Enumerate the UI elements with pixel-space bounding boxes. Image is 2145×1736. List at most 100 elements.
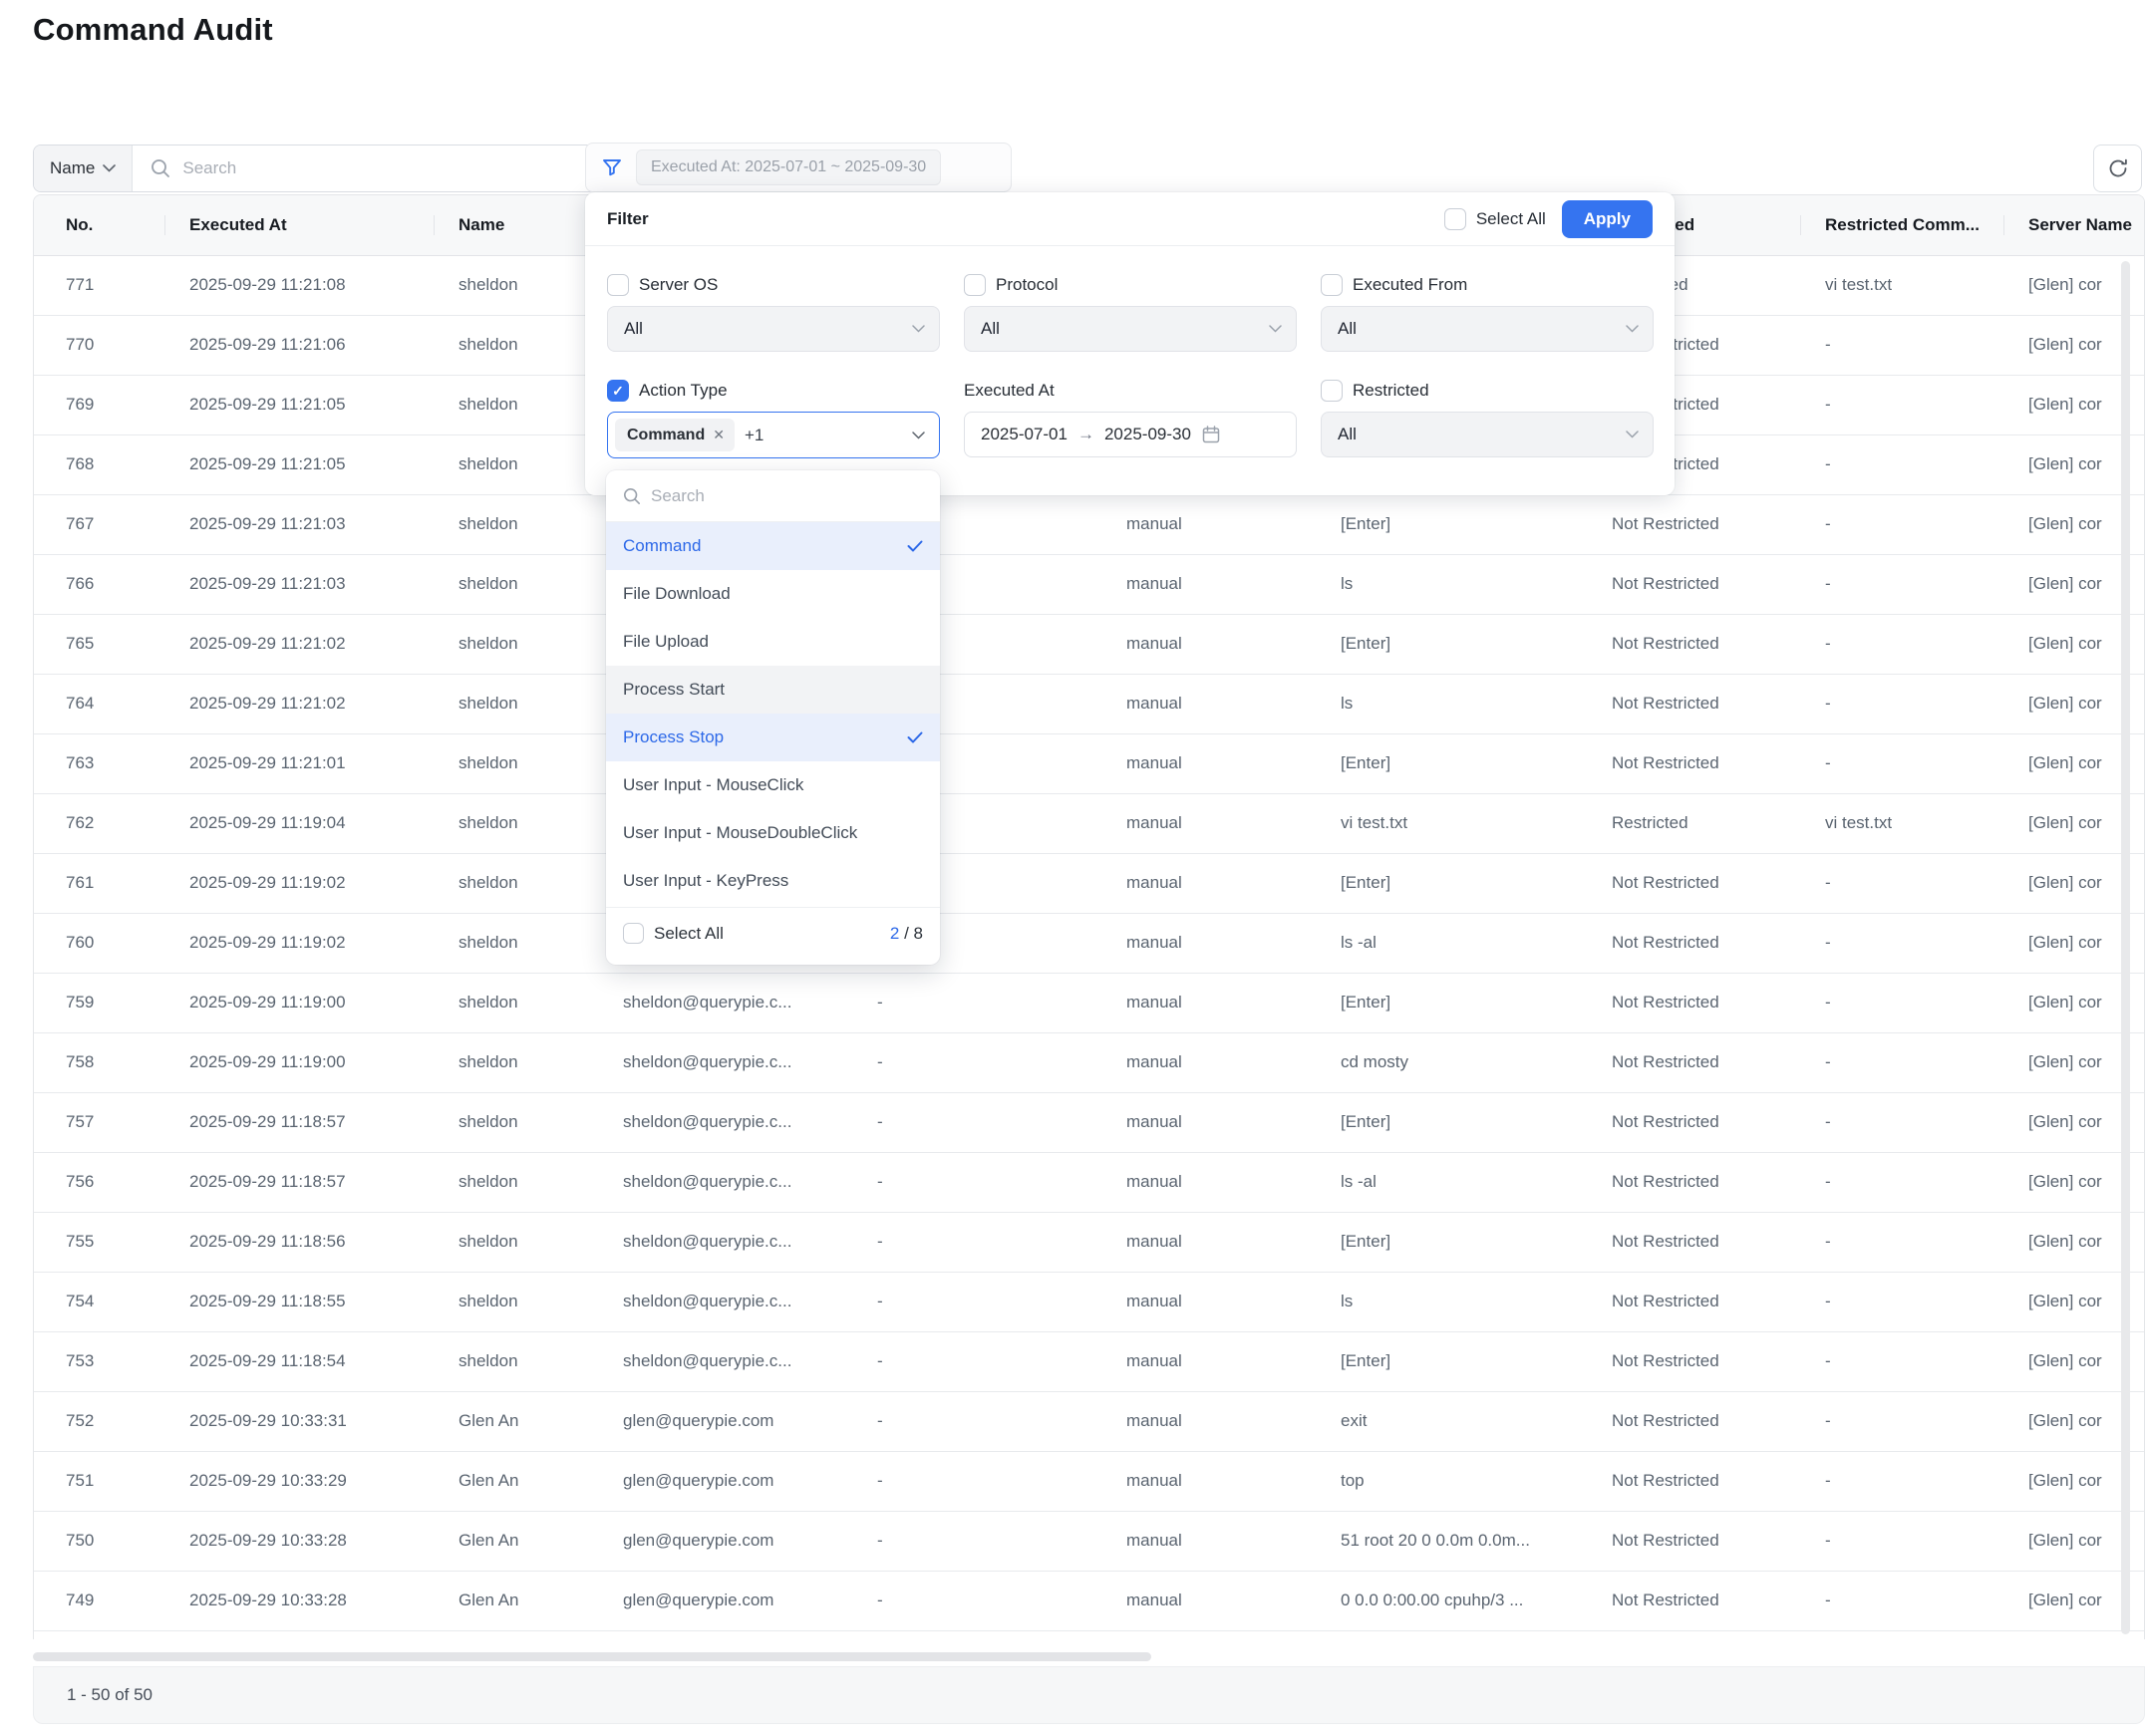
table-row[interactable]: 763 2025-09-29 11:21:01 sheldon sheldon@…: [34, 733, 2145, 793]
dropdown-search-input[interactable]: Search: [606, 470, 940, 522]
table-row[interactable]: 760 2025-09-29 11:19:02 sheldon sheldon@…: [34, 913, 2145, 973]
filter-field-executed-from: Executed From All: [1321, 274, 1654, 352]
refresh-icon: [2107, 157, 2129, 179]
cell-name: sheldon: [435, 1212, 599, 1272]
cell-restricted-command: vi test.txt: [1801, 793, 2004, 853]
cell-executed-at: 2025-09-29 11:18:57: [165, 1152, 435, 1212]
filter-field-restricted: Restricted All: [1321, 380, 1654, 458]
cell-executed-from: manual: [1102, 1391, 1317, 1451]
cell-restricted-command: -: [1801, 1272, 2004, 1331]
cell-col5: -: [853, 1212, 1102, 1272]
cell-restricted: Not Restricted: [1588, 674, 1801, 733]
row-range-text: 1 - 50 of 50: [67, 1685, 153, 1705]
tag-remove-icon[interactable]: ✕: [713, 427, 725, 443]
executed-at-filter-chip[interactable]: Executed At: 2025-07-01 ~ 2025-09-30: [636, 149, 941, 185]
cell-executed-at: 2025-09-29 11:21:03: [165, 554, 435, 614]
server-os-checkbox[interactable]: [607, 274, 629, 296]
table-row[interactable]: 749 2025-09-29 10:33:28 Glen An glen@que…: [34, 1571, 2145, 1630]
cell-executed-at: 2025-09-29 11:18:56: [165, 1212, 435, 1272]
action-type-checkbox[interactable]: [607, 380, 629, 402]
dropdown-item[interactable]: File Download: [606, 570, 940, 618]
dropdown-footer: Select All 2 / 8: [606, 907, 940, 959]
cell-restricted: Not Restricted: [1588, 1571, 1801, 1630]
table-row[interactable]: 750 2025-09-29 10:33:28 Glen An glen@que…: [34, 1511, 2145, 1571]
action-type-multiselect[interactable]: Command ✕ +1: [607, 412, 940, 458]
table-row[interactable]: 759 2025-09-29 11:19:00 sheldon sheldon@…: [34, 973, 2145, 1032]
refresh-button[interactable]: [2093, 145, 2142, 192]
col-header-executed-at[interactable]: Executed At: [165, 195, 435, 255]
cell-name: sheldon: [435, 674, 599, 733]
dropdown-item[interactable]: Process Stop: [606, 714, 940, 761]
filter-select-all-checkbox[interactable]: [1444, 208, 1466, 230]
executed-at-date-range[interactable]: 2025-07-01 → 2025-09-30: [964, 412, 1297, 457]
dropdown-item[interactable]: User Input - MouseDoubleClick: [606, 809, 940, 857]
col-header-name[interactable]: Name: [435, 195, 599, 255]
cell-command: ls: [1317, 674, 1588, 733]
filter-field-action-type: Action Type Command ✕ +1: [607, 380, 940, 458]
cell-executed-at: 2025-09-29 11:21:05: [165, 375, 435, 434]
search-key-label: Name: [50, 158, 95, 178]
vertical-scrollbar[interactable]: [2121, 261, 2130, 1634]
executed-from-checkbox[interactable]: [1321, 274, 1343, 296]
filter-funnel-icon[interactable]: [600, 155, 624, 179]
server-os-select[interactable]: All: [607, 306, 940, 352]
table-row[interactable]: 755 2025-09-29 11:18:56 sheldon sheldon@…: [34, 1212, 2145, 1272]
table-row[interactable]: 756 2025-09-29 11:18:57 sheldon sheldon@…: [34, 1152, 2145, 1212]
cell-restricted-command: -: [1801, 1212, 2004, 1272]
col-header-no[interactable]: No.: [34, 195, 165, 255]
table-row[interactable]: 764 2025-09-29 11:21:02 sheldon sheldon@…: [34, 674, 2145, 733]
table-row[interactable]: 765 2025-09-29 11:21:02 sheldon sheldon@…: [34, 614, 2145, 674]
table-row[interactable]: 757 2025-09-29 11:18:57 sheldon sheldon@…: [34, 1092, 2145, 1152]
cell-restricted-command: -: [1801, 1152, 2004, 1212]
col-header-restricted-command[interactable]: Restricted Comm...: [1801, 195, 2004, 255]
protocol-checkbox[interactable]: [964, 274, 986, 296]
cell-executed-from: manual: [1102, 1511, 1317, 1571]
dropdown-select-all-label: Select All: [654, 924, 724, 944]
cell-restricted-command: -: [1801, 674, 2004, 733]
table-row[interactable]: 762 2025-09-29 11:19:04 sheldon sheldon@…: [34, 793, 2145, 853]
col-header-server-name[interactable]: Server Name: [2004, 195, 2145, 255]
search-placeholder: Search: [182, 158, 236, 178]
restricted-select[interactable]: All: [1321, 412, 1654, 457]
horizontal-scrollbar[interactable]: [33, 1652, 1151, 1661]
cell-col5: -: [853, 973, 1102, 1032]
cell-name: sheldon: [435, 733, 599, 793]
cell-command: ls: [1317, 1272, 1588, 1331]
cell-restricted-command: -: [1801, 1391, 2004, 1451]
table-row[interactable]: 754 2025-09-29 11:18:55 sheldon sheldon@…: [34, 1272, 2145, 1331]
dropdown-item[interactable]: User Input - KeyPress: [606, 857, 940, 905]
cell-executed-at: 2025-09-29 11:19:00: [165, 1032, 435, 1092]
table-row[interactable]: 766 2025-09-29 11:21:03 sheldon sheldon@…: [34, 554, 2145, 614]
cell-command: top: [1317, 1451, 1588, 1511]
cell-command: [Enter]: [1317, 494, 1588, 554]
cell-executed-from: manual: [1102, 793, 1317, 853]
table-row[interactable]: 751 2025-09-29 10:33:29 Glen An glen@que…: [34, 1451, 2145, 1511]
table-row[interactable]: 761 2025-09-29 11:19:02 sheldon sheldon@…: [34, 853, 2145, 913]
filter-panel: Filter Select All Apply Server OS All: [585, 192, 1675, 495]
dropdown-item[interactable]: File Upload: [606, 618, 940, 666]
cell-executed-from: manual: [1102, 913, 1317, 973]
apply-button[interactable]: Apply: [1562, 200, 1653, 238]
cell-restricted: Not Restricted: [1588, 1212, 1801, 1272]
executed-from-select[interactable]: All: [1321, 306, 1654, 352]
table-row[interactable]: 753 2025-09-29 11:18:54 sheldon sheldon@…: [34, 1331, 2145, 1391]
dropdown-select-all-checkbox[interactable]: [623, 923, 644, 944]
search-input[interactable]: Search: [133, 145, 597, 191]
cell-no: 765: [34, 614, 165, 674]
cell-executed-from: manual: [1102, 1451, 1317, 1511]
table-row[interactable]: 767 2025-09-29 11:21:03 sheldon sheldon@…: [34, 494, 2145, 554]
search-icon: [623, 487, 641, 505]
restricted-checkbox[interactable]: [1321, 380, 1343, 402]
cell-command: [Enter]: [1317, 1092, 1588, 1152]
cell-restricted: Not Restricted: [1588, 853, 1801, 913]
dropdown-item[interactable]: Process Start: [606, 666, 940, 714]
dropdown-item[interactable]: Command: [606, 522, 940, 570]
cell-col5: -: [853, 1272, 1102, 1331]
cell-col5: -: [853, 1571, 1102, 1630]
protocol-select[interactable]: All: [964, 306, 1297, 352]
dropdown-item[interactable]: User Input - MouseClick: [606, 761, 940, 809]
search-key-dropdown[interactable]: Name: [34, 145, 133, 191]
table-row[interactable]: 752 2025-09-29 10:33:31 Glen An glen@que…: [34, 1391, 2145, 1451]
table-row[interactable]: 758 2025-09-29 11:19:00 sheldon sheldon@…: [34, 1032, 2145, 1092]
cell-restricted: Not Restricted: [1588, 554, 1801, 614]
